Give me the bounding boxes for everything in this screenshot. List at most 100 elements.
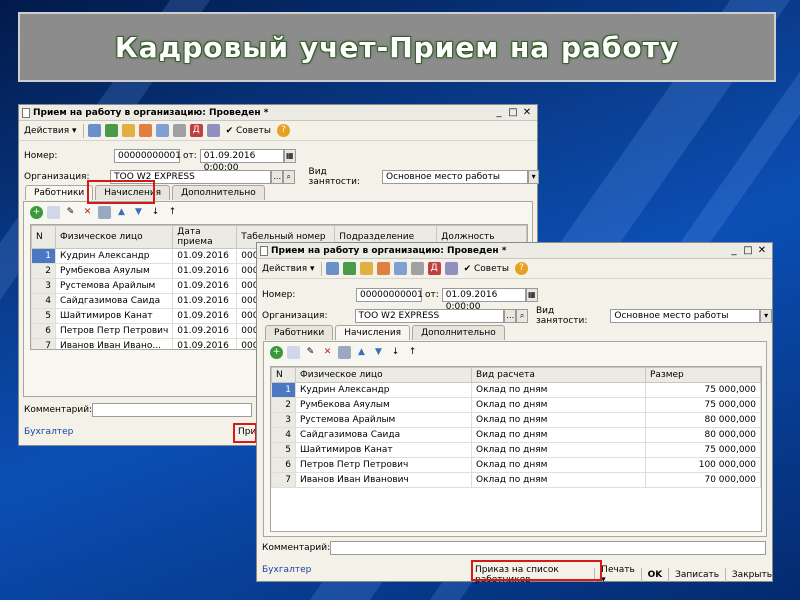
sort-asc-icon[interactable]: ↓ [149, 206, 162, 219]
add-icon[interactable]: + [30, 206, 43, 219]
column-header[interactable]: N [271, 367, 296, 383]
cell-calc-type[interactable]: Оклад по дням [471, 412, 646, 428]
cell-calc-type[interactable]: Оклад по дням [471, 397, 646, 413]
cell-calc-type[interactable]: Оклад по дням [471, 442, 646, 458]
employment-field[interactable]: Основное место работы [381, 170, 528, 184]
minimize-icon[interactable]: _ [492, 107, 506, 118]
column-header[interactable]: N [31, 225, 56, 249]
cell-calc-type[interactable]: Оклад по дням [471, 472, 646, 488]
dt-kt-icon[interactable]: Д [189, 124, 203, 137]
structure-icon[interactable] [376, 262, 390, 275]
table-row[interactable]: 1 Кудрин Александр Оклад по дням 75 000,000 [271, 382, 761, 398]
cell-date[interactable]: 01.09.2016 [172, 248, 238, 264]
tips-button[interactable]: ✔ Советы [462, 263, 511, 275]
organization-field[interactable]: ТОО W2 EXPRESS [354, 309, 505, 323]
sort-desc-icon[interactable]: ↑ [166, 206, 179, 219]
employment-field[interactable]: Основное место работы [610, 309, 761, 323]
minimize-icon[interactable]: _ [727, 245, 741, 256]
structure-icon[interactable] [138, 124, 152, 137]
move-down-icon[interactable]: ▼ [132, 206, 145, 219]
table-row[interactable]: 6 Петров Петр Петрович Оклад по дням 100 00… [271, 457, 761, 473]
close-icon[interactable]: ✕ [755, 245, 769, 256]
cell-date[interactable]: 01.09.2016 [172, 263, 238, 279]
cell-date[interactable]: 01.09.2016 [172, 323, 238, 339]
cell-person[interactable]: Сайдгазимова Саида [295, 427, 472, 443]
column-header[interactable]: Дата приема [172, 225, 238, 249]
cell-person[interactable]: Рустемова Арайлым [295, 412, 472, 428]
cell-person[interactable]: Петров Петр Петрович [54, 323, 174, 339]
cell-calc-type[interactable]: Оклад по дням [471, 382, 646, 398]
save-button[interactable]: Записать [675, 570, 719, 580]
cell-amount[interactable]: 75 000,000 [645, 442, 761, 458]
search-icon[interactable]: ⌕ [516, 309, 528, 323]
cell-date[interactable]: 01.09.2016 [172, 308, 238, 324]
cell-person[interactable]: Кудрин Александр [54, 248, 174, 264]
refresh-icon[interactable] [104, 124, 118, 137]
tips-button[interactable]: ✔ Советы [224, 125, 273, 137]
close-icon[interactable]: ✕ [520, 107, 534, 118]
chevron-down-icon[interactable]: ▾ [527, 170, 540, 184]
list-icon[interactable] [172, 124, 186, 137]
help-icon[interactable]: ? [514, 262, 528, 275]
table-row[interactable]: 3 Рустемова Арайлым Оклад по дням 80 000,00… [271, 412, 761, 428]
sort-asc-icon[interactable]: ↓ [389, 346, 402, 359]
report-icon[interactable] [444, 262, 458, 275]
cell-date[interactable]: 01.09.2016 [172, 293, 238, 309]
move-up-icon[interactable]: ▲ [115, 206, 128, 219]
end-edit-icon[interactable] [98, 206, 111, 219]
number-field[interactable]: 00000000001 [356, 288, 423, 302]
sort-desc-icon[interactable]: ↑ [406, 346, 419, 359]
accountant-link[interactable]: Бухгалтер [262, 565, 311, 575]
tab-additional[interactable]: Дополнительно [172, 185, 265, 200]
copy-row-icon[interactable] [47, 206, 60, 219]
end-edit-icon[interactable] [338, 346, 351, 359]
print-button[interactable]: Печать ▾ [601, 565, 635, 585]
chevron-down-icon[interactable]: ▾ [760, 309, 772, 323]
date-field[interactable]: 01.09.2016 0:00:00 [441, 288, 526, 312]
tab-additional[interactable]: Дополнительно [412, 325, 505, 340]
tab-accruals[interactable]: Начисления [335, 325, 411, 340]
table-row[interactable]: 2 Румбекова Аяулым Оклад по дням 75 000,000 [271, 397, 761, 413]
column-header[interactable]: Физическое лицо [295, 367, 472, 383]
add-icon[interactable]: + [270, 346, 283, 359]
copy-icon[interactable] [121, 124, 135, 137]
search-icon[interactable]: ⌕ [282, 170, 295, 184]
cell-person[interactable]: Румбекова Аяулым [54, 263, 174, 279]
cell-person[interactable]: Иванов Иван Ивано... [54, 338, 174, 349]
edit-icon[interactable]: ✎ [64, 206, 77, 219]
comment-field[interactable] [330, 541, 766, 555]
table-row[interactable]: 4 Сайдгазимова Саида Оклад по дням 80 000,0… [271, 427, 761, 443]
column-header[interactable]: Размер [645, 367, 761, 383]
cell-person[interactable]: Петров Петр Петрович [295, 457, 472, 473]
dt-kt-icon[interactable]: Д [427, 262, 441, 275]
table-row[interactable]: 5 Шайтимиров Канат Оклад по дням 75 000,000 [271, 442, 761, 458]
column-header[interactable]: Физическое лицо [54, 225, 174, 249]
cell-amount[interactable]: 80 000,000 [645, 412, 761, 428]
cell-person[interactable]: Шайтимиров Канат [295, 442, 472, 458]
tab-employees[interactable]: Работники [265, 325, 334, 340]
report-icon[interactable] [206, 124, 220, 137]
cell-person[interactable]: Сайдгазимова Саида [54, 293, 174, 309]
cell-date[interactable]: 01.09.2016 [172, 338, 238, 349]
move-down-icon[interactable]: ▼ [372, 346, 385, 359]
refresh-icon[interactable] [342, 262, 356, 275]
cell-amount[interactable]: 80 000,000 [645, 427, 761, 443]
cell-amount[interactable]: 75 000,000 [645, 382, 761, 398]
goto-icon[interactable] [155, 124, 169, 137]
select-button[interactable]: … [271, 170, 283, 184]
goto-icon[interactable] [393, 262, 407, 275]
delete-icon[interactable]: ✕ [321, 346, 334, 359]
number-field[interactable]: 00000000001 [114, 149, 181, 163]
cell-amount[interactable]: 70 000,000 [645, 472, 761, 488]
close-button[interactable]: Закрыть [732, 570, 772, 580]
delete-icon[interactable]: ✕ [81, 206, 94, 219]
cell-date[interactable]: 01.09.2016 [172, 278, 238, 294]
cell-person[interactable]: Рустемова Арайлым [54, 278, 174, 294]
comment-field[interactable] [92, 403, 252, 417]
cell-amount[interactable]: 100 000,000 [645, 457, 761, 473]
tab-employees[interactable]: Работники [25, 185, 94, 200]
move-up-icon[interactable]: ▲ [355, 346, 368, 359]
maximize-icon[interactable]: □ [506, 107, 520, 118]
maximize-icon[interactable]: □ [741, 245, 755, 256]
cell-amount[interactable]: 75 000,000 [645, 397, 761, 413]
